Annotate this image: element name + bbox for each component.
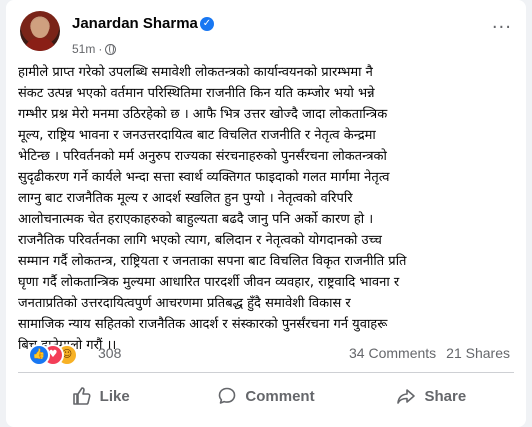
post-header: Janardan Sharma ✓ 51m · ···	[16, 11, 516, 61]
globe-icon[interactable]	[105, 44, 117, 55]
reaction-count[interactable]: 308	[98, 345, 121, 361]
post-time[interactable]: 51m	[72, 42, 95, 56]
comment-button[interactable]: Comment	[183, 376, 348, 416]
actions-divider	[18, 372, 514, 373]
meta-separator: ·	[98, 42, 103, 56]
thumbs-up-icon	[72, 387, 91, 405]
comments-count-link[interactable]: 34 Comments	[349, 345, 436, 361]
like-label: Like	[99, 387, 130, 405]
share-button[interactable]: Share	[349, 376, 514, 416]
author-avatar[interactable]	[20, 11, 60, 51]
author-name[interactable]: Janardan Sharma	[72, 15, 198, 32]
avatar-face-shape	[31, 18, 49, 38]
post-actions: Like Comment Share	[18, 376, 514, 416]
post-body-text: हामीले प्राप्त गरेको उपलब्धि समावेशी लोक…	[18, 65, 407, 353]
shares-count-link[interactable]: 21 Shares	[446, 345, 510, 361]
verified-badge-icon: ✓	[200, 17, 214, 31]
more-options-icon[interactable]: ···	[492, 17, 512, 38]
comment-label: Comment	[245, 387, 315, 405]
comment-icon	[219, 387, 236, 404]
like-reaction-icon: 👍	[28, 344, 50, 366]
like-button[interactable]: Like	[18, 376, 183, 416]
share-icon	[397, 389, 416, 404]
post-stats: 34 Comments 21 Shares	[349, 345, 510, 361]
post-card: Janardan Sharma ✓ 51m · ··· हामीले प्राप्…	[6, 0, 526, 427]
share-label: Share	[424, 387, 467, 405]
avatar-shirt-shape	[24, 38, 56, 51]
post-meta: 51m ·	[72, 42, 117, 56]
